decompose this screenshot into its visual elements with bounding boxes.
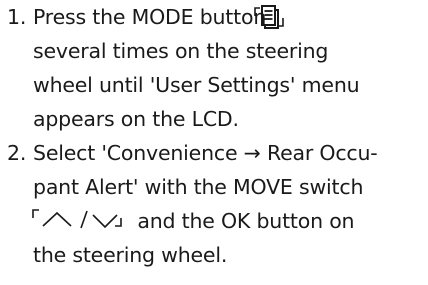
step-text-line: Press the MODE button bbox=[33, 5, 267, 29]
step-text-fragment: and the OK button on bbox=[137, 209, 355, 233]
step-text-line: appears on the LCD. bbox=[33, 107, 239, 131]
move-switch-icon bbox=[32, 209, 122, 229]
step-text-line-with-icon: and the OK button on bbox=[31, 204, 355, 238]
step-text-line: the steering wheel. bbox=[33, 243, 228, 267]
step-text-line: pant Alert' with the MOVE switch bbox=[33, 175, 364, 199]
step-text-line: wheel until 'User Settings' menu bbox=[33, 73, 360, 97]
mode-button-icon bbox=[254, 5, 284, 29]
step-number: 2. bbox=[7, 141, 27, 165]
instruction-page: 1. Press the MODE button several times o… bbox=[0, 0, 428, 285]
step-number: 1. bbox=[7, 5, 27, 29]
step-text-line: Select 'Convenience → Rear Occu- bbox=[33, 141, 378, 165]
step-text-line: several times on the steering bbox=[33, 39, 329, 63]
